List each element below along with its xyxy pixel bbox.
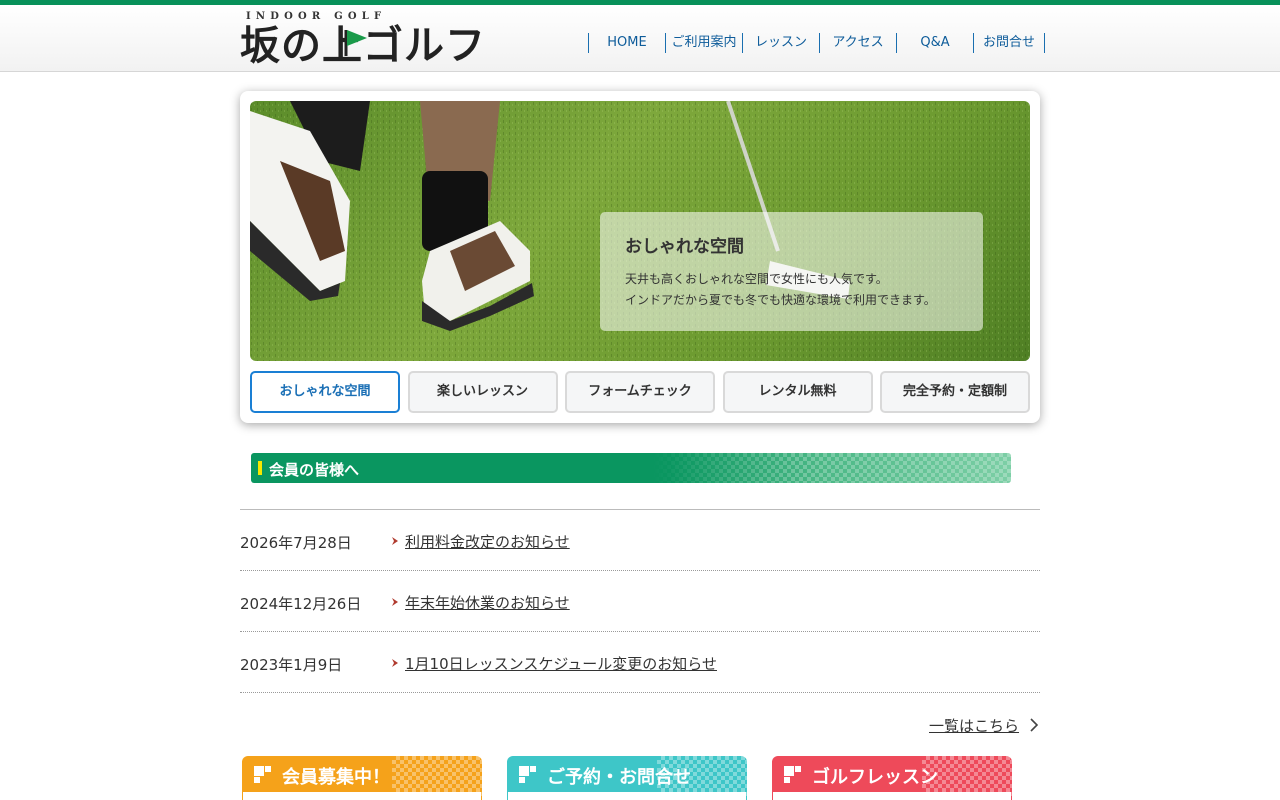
chevron-right-icon [1030, 718, 1039, 732]
hero-image: おしゃれな空間 天井も高くおしゃれな空間で女性にも人気です。 インドアだから夏で… [250, 101, 1030, 361]
news-link[interactable]: 年末年始休業のお知らせ [405, 592, 570, 613]
news-more-link[interactable]: 一覧はこちら [929, 715, 1019, 736]
tab-stylish-space[interactable]: おしゃれな空間 [250, 371, 400, 413]
tab-free-rental[interactable]: レンタル無料 [722, 371, 873, 413]
squares-icon [254, 766, 271, 783]
arrow-bullet-icon [392, 537, 398, 545]
hero-caption: おしゃれな空間 天井も高くおしゃれな空間で女性にも人気です。 インドアだから夏で… [600, 212, 983, 331]
site-header: INDOOR GOLF 坂の上ゴルフ HOME ご利用案内 レッスン アクセス … [0, 5, 1280, 72]
tab-fun-lessons[interactable]: 楽しいレッスン [407, 371, 558, 413]
nav-guide[interactable]: ご利用案内 [665, 33, 742, 53]
flag-icon [344, 30, 367, 56]
news-divider [240, 692, 1040, 693]
news-link[interactable]: 利用料金改定のお知らせ [405, 531, 570, 552]
news-item: 2026年7月28日 利用料金改定のお知らせ [240, 509, 1040, 570]
squares-icon [519, 766, 536, 783]
news-date: 2024年12月26日 [240, 595, 362, 613]
nav-contact[interactable]: お問合せ [973, 33, 1045, 53]
logo-subtitle: INDOOR GOLF [246, 11, 387, 22]
banner-label: ゴルフレッスン [812, 767, 938, 788]
logo-title-part1: 坂の [240, 23, 322, 69]
banner-golf-lesson[interactable]: ゴルフレッスン [772, 756, 1012, 800]
caption-line-1: 天井も高くおしゃれな空間で女性にも人気です。 [625, 272, 888, 286]
site-logo[interactable]: INDOOR GOLF 坂の上ゴルフ [240, 10, 490, 70]
nav-access[interactable]: アクセス [819, 33, 896, 53]
main-nav: HOME ご利用案内 レッスン アクセス Q&A お問合せ [588, 33, 1045, 53]
banner-body [243, 792, 481, 800]
caption-title: おしゃれな空間 [625, 237, 744, 257]
news-date: 2026年7月28日 [240, 534, 352, 552]
news-link[interactable]: 1月10日レッスンスケジュール変更のお知らせ [405, 653, 717, 674]
tab-form-check[interactable]: フォームチェック [565, 371, 715, 413]
heading-marker [258, 461, 262, 475]
nav-lesson[interactable]: レッスン [742, 33, 819, 53]
caption-line-2: インドアだから夏でも冬でも快適な環境で利用できます。 [625, 293, 936, 307]
slider-tabs: おしゃれな空間 楽しいレッスン フォームチェック レンタル無料 完全予約・定額制 [250, 371, 1030, 413]
members-section-heading: 会員の皆様へ [251, 453, 1011, 483]
nav-home[interactable]: HOME [588, 33, 665, 53]
squares-icon [784, 766, 801, 783]
banner-membership[interactable]: 会員募集中！ [242, 756, 482, 800]
tab-reservation-flat-rate[interactable]: 完全予約・定額制 [880, 371, 1030, 413]
banner-body [508, 792, 746, 800]
banner-label: ご予約・お問合せ [547, 767, 691, 788]
members-heading-text: 会員の皆様へ [269, 461, 360, 479]
arrow-bullet-icon [392, 598, 398, 606]
heading-pattern [651, 453, 1011, 483]
caption-text: 天井も高くおしゃれな空間で女性にも人気です。 インドアだから夏でも冬でも快適な環… [625, 269, 936, 311]
nav-qa[interactable]: Q&A [896, 33, 973, 53]
news-item: 2023年1月9日 1月10日レッスンスケジュール変更のお知らせ [240, 631, 1040, 692]
news-list: 2026年7月28日 利用料金改定のお知らせ 2024年12月26日 年末年始休… [240, 509, 1040, 693]
banner-label: 会員募集中！ [282, 767, 390, 788]
news-item: 2024年12月26日 年末年始休業のお知らせ [240, 570, 1040, 631]
arrow-bullet-icon [392, 659, 398, 667]
hero-slider: おしゃれな空間 天井も高くおしゃれな空間で女性にも人気です。 インドアだから夏で… [240, 91, 1040, 423]
news-date: 2023年1月9日 [240, 656, 343, 674]
banner-body [773, 792, 1011, 800]
banner-reservation[interactable]: ご予約・お問合せ [507, 756, 747, 800]
